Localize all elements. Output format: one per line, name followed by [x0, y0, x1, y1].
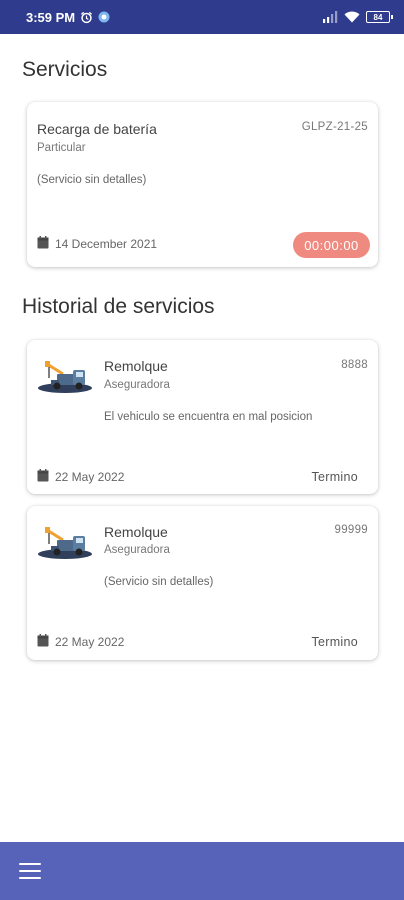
service-date-text: 14 December 2021 — [55, 237, 158, 251]
status-bar: 3:59 PM 84 — [0, 0, 404, 34]
tow-truck-icon — [38, 527, 92, 559]
history-title: Remolque — [104, 358, 168, 374]
history-date-text: 22 May 2022 — [55, 635, 125, 649]
history-details: (Servicio sin detalles) — [104, 576, 214, 588]
history-date-text: 22 May 2022 — [55, 470, 125, 484]
history-card[interactable]: Remolque 99999 Aseguradora (Servicio sin… — [27, 506, 378, 660]
history-status: Termino — [311, 635, 358, 649]
timer-badge: 00:00:00 — [293, 232, 370, 258]
history-date: 22 May 2022 — [37, 634, 124, 650]
history-code: 8888 — [341, 359, 368, 371]
history-subtitle: Aseguradora — [104, 544, 170, 556]
history-date: 22 May 2022 — [37, 469, 124, 485]
service-code: GLPZ-21-25 — [301, 121, 368, 133]
calendar-icon — [37, 634, 49, 650]
calendar-icon — [37, 236, 49, 252]
service-date: 14 December 2021 — [37, 236, 157, 252]
signal-icon — [322, 11, 338, 23]
tow-truck-icon — [38, 361, 92, 393]
history-status: Termino — [311, 470, 358, 484]
alarm-icon — [80, 11, 93, 24]
wifi-icon — [344, 11, 360, 23]
bottom-app-bar — [0, 842, 404, 900]
hamburger-menu-icon[interactable] — [19, 862, 41, 880]
sync-icon — [98, 11, 110, 23]
battery-icon: 84 — [366, 11, 393, 23]
service-subtitle: Particular — [37, 142, 86, 154]
history-subtitle: Aseguradora — [104, 379, 170, 391]
status-time: 3:59 PM — [26, 9, 76, 25]
service-title: Recarga de batería — [37, 121, 157, 137]
active-service-card[interactable]: Recarga de batería GLPZ-21-25 Particular… — [27, 102, 378, 267]
service-details: (Servicio sin detalles) — [37, 174, 147, 186]
history-code: 99999 — [334, 524, 368, 536]
calendar-icon — [37, 469, 49, 485]
history-title: Remolque — [104, 524, 168, 540]
section-title-servicios: Servicios — [22, 58, 108, 81]
section-title-historial: Historial de servicios — [22, 295, 215, 318]
history-details: El vehiculo se encuentra en mal posicion — [104, 411, 313, 423]
history-card[interactable]: Remolque 8888 Aseguradora El vehiculo se… — [27, 340, 378, 494]
